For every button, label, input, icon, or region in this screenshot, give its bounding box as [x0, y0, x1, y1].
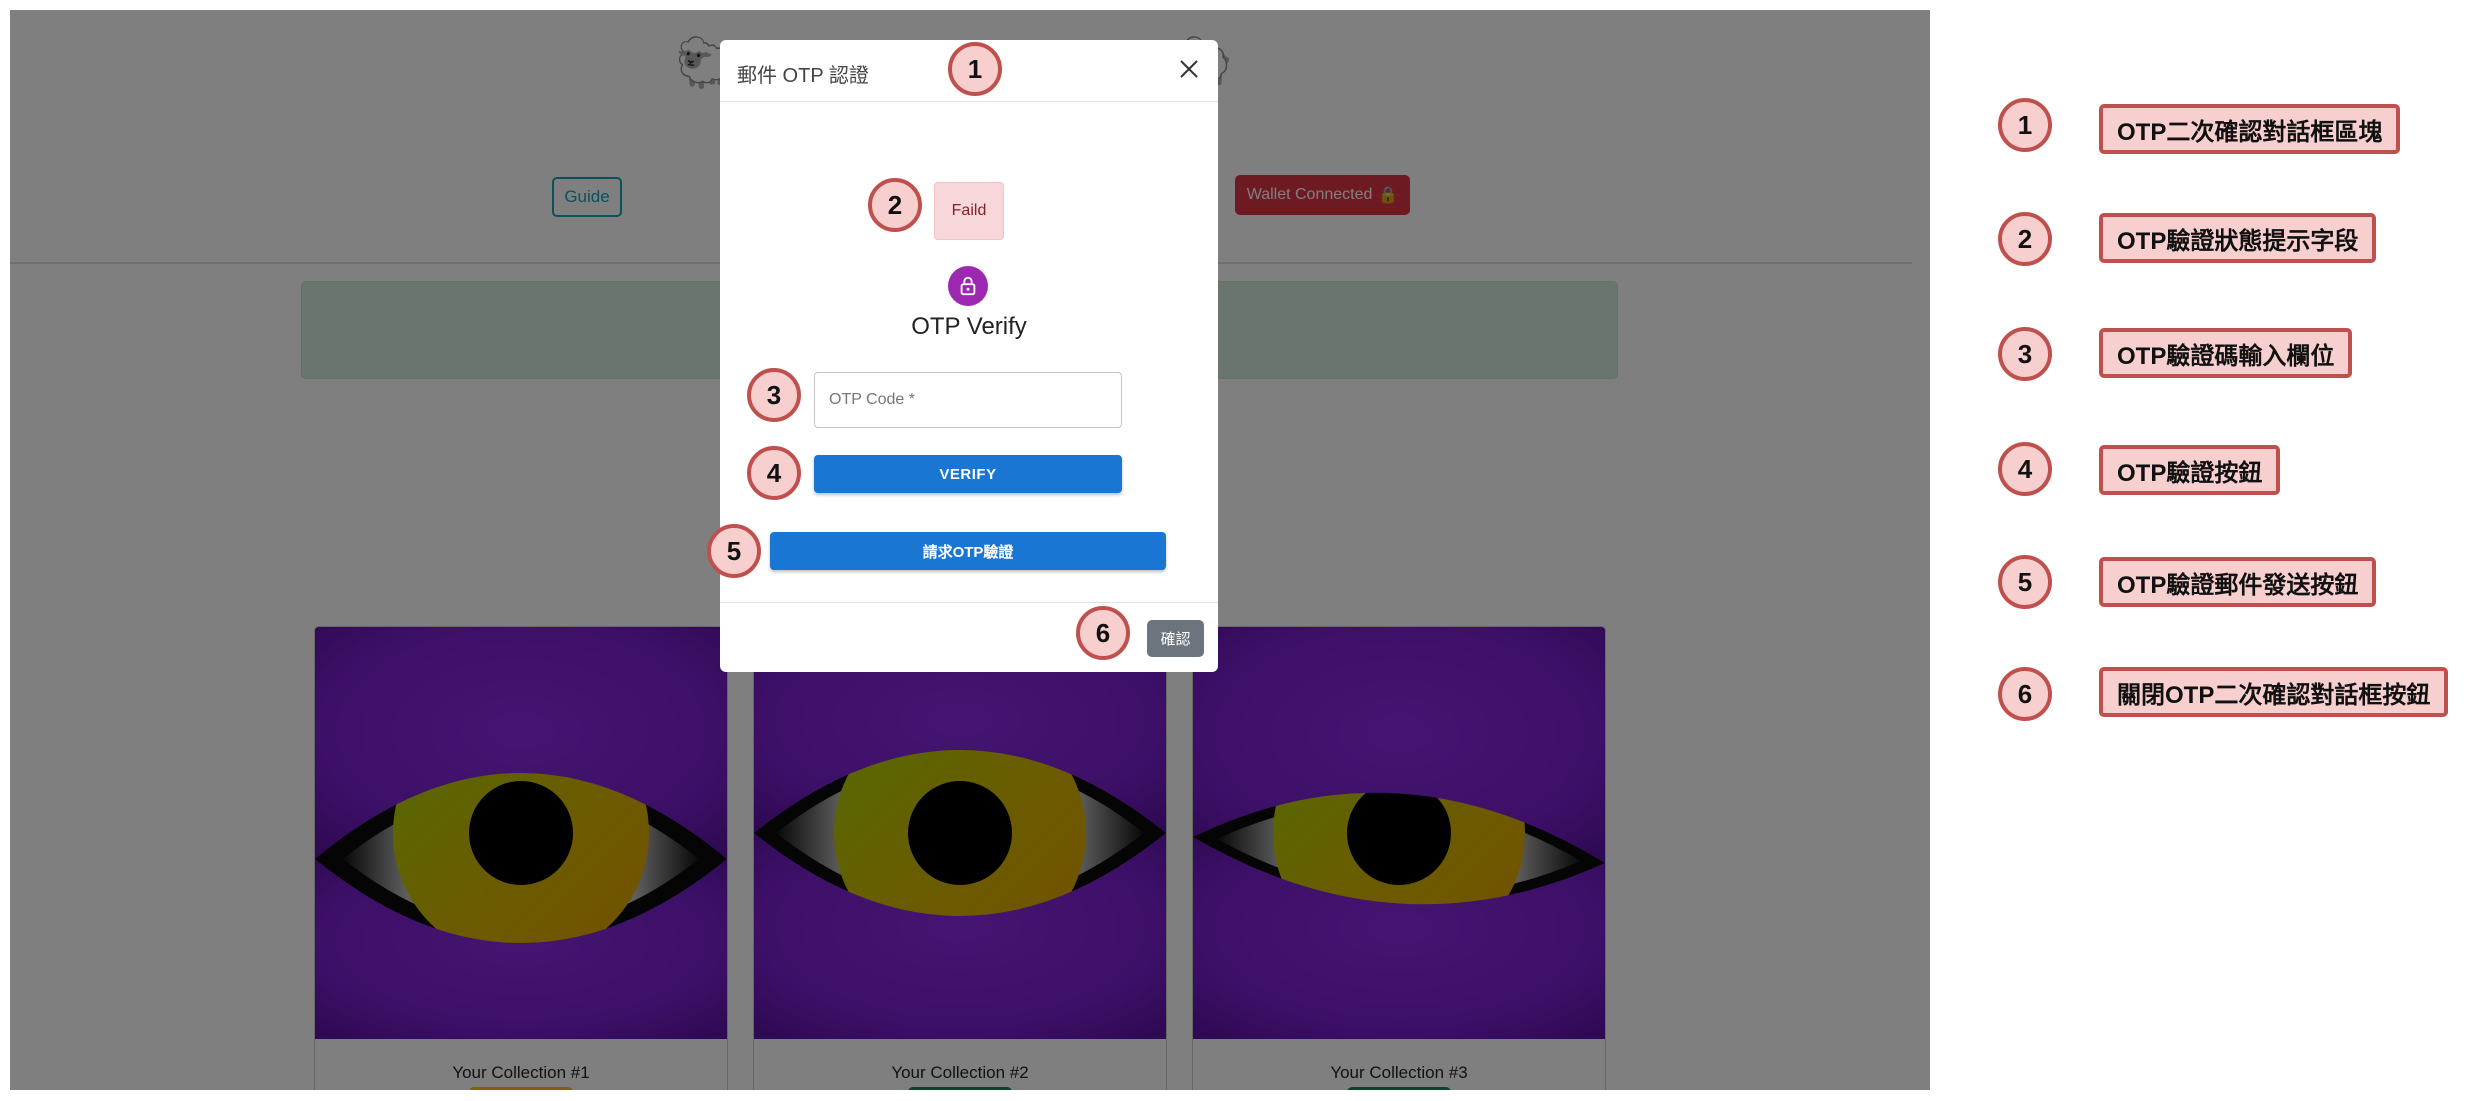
status-text: Faild	[951, 202, 987, 219]
legend-label: OTP驗證郵件發送按鈕	[2099, 557, 2377, 607]
annotation-marker: 3	[747, 368, 801, 422]
dialog-footer-divider	[720, 602, 1218, 603]
dialog-title: 郵件 OTP 認證	[737, 65, 869, 87]
otp-dialog: 郵件 OTP 認證 Faild OTP Verify VERIFY 請求OTP驗…	[720, 40, 1218, 672]
legend-label: OTP驗證狀態提示字段	[2099, 213, 2377, 263]
app-screenshot: 🐑 🐑 Guide Wallet Connected 🔒 Your Collec…	[10, 10, 1930, 1090]
annotation-marker: 4	[747, 446, 801, 500]
legend-label: 關閉OTP二次確認對話框按鈕	[2099, 667, 2449, 717]
legend-marker: 1	[1998, 98, 2052, 152]
legend-label: OTP驗證按鈕	[2099, 445, 2281, 495]
confirm-button-label: 確認	[1160, 631, 1191, 648]
annotation-marker: 1	[948, 42, 1002, 96]
annotation-marker: 6	[1076, 606, 1130, 660]
otp-verify-heading: OTP Verify	[911, 313, 1027, 340]
legend-label: OTP驗證碼輸入欄位	[2099, 328, 2353, 378]
close-button[interactable]	[1172, 52, 1206, 86]
verify-button[interactable]: VERIFY	[814, 455, 1122, 493]
legend-marker: 3	[1998, 327, 2052, 381]
legend-marker: 4	[1998, 442, 2052, 496]
legend-marker: 6	[1998, 667, 2052, 721]
request-otp-button-label: 請求OTP驗證	[922, 543, 1014, 561]
legend-marker: 2	[1998, 212, 2052, 266]
request-otp-button[interactable]: 請求OTP驗證	[770, 532, 1166, 570]
lock-icon	[960, 276, 976, 296]
legend-marker: 5	[1998, 555, 2052, 609]
annotation-marker: 2	[868, 178, 922, 232]
confirm-button[interactable]: 確認	[1147, 620, 1204, 657]
otp-code-input[interactable]	[814, 372, 1122, 428]
otp-status-alert: Faild	[934, 182, 1004, 240]
lock-avatar	[948, 266, 988, 306]
annotation-marker: 5	[707, 524, 761, 578]
close-icon	[1180, 60, 1198, 78]
verify-button-label: VERIFY	[939, 465, 997, 483]
legend-label: OTP二次確認對話框區塊	[2099, 104, 2401, 154]
